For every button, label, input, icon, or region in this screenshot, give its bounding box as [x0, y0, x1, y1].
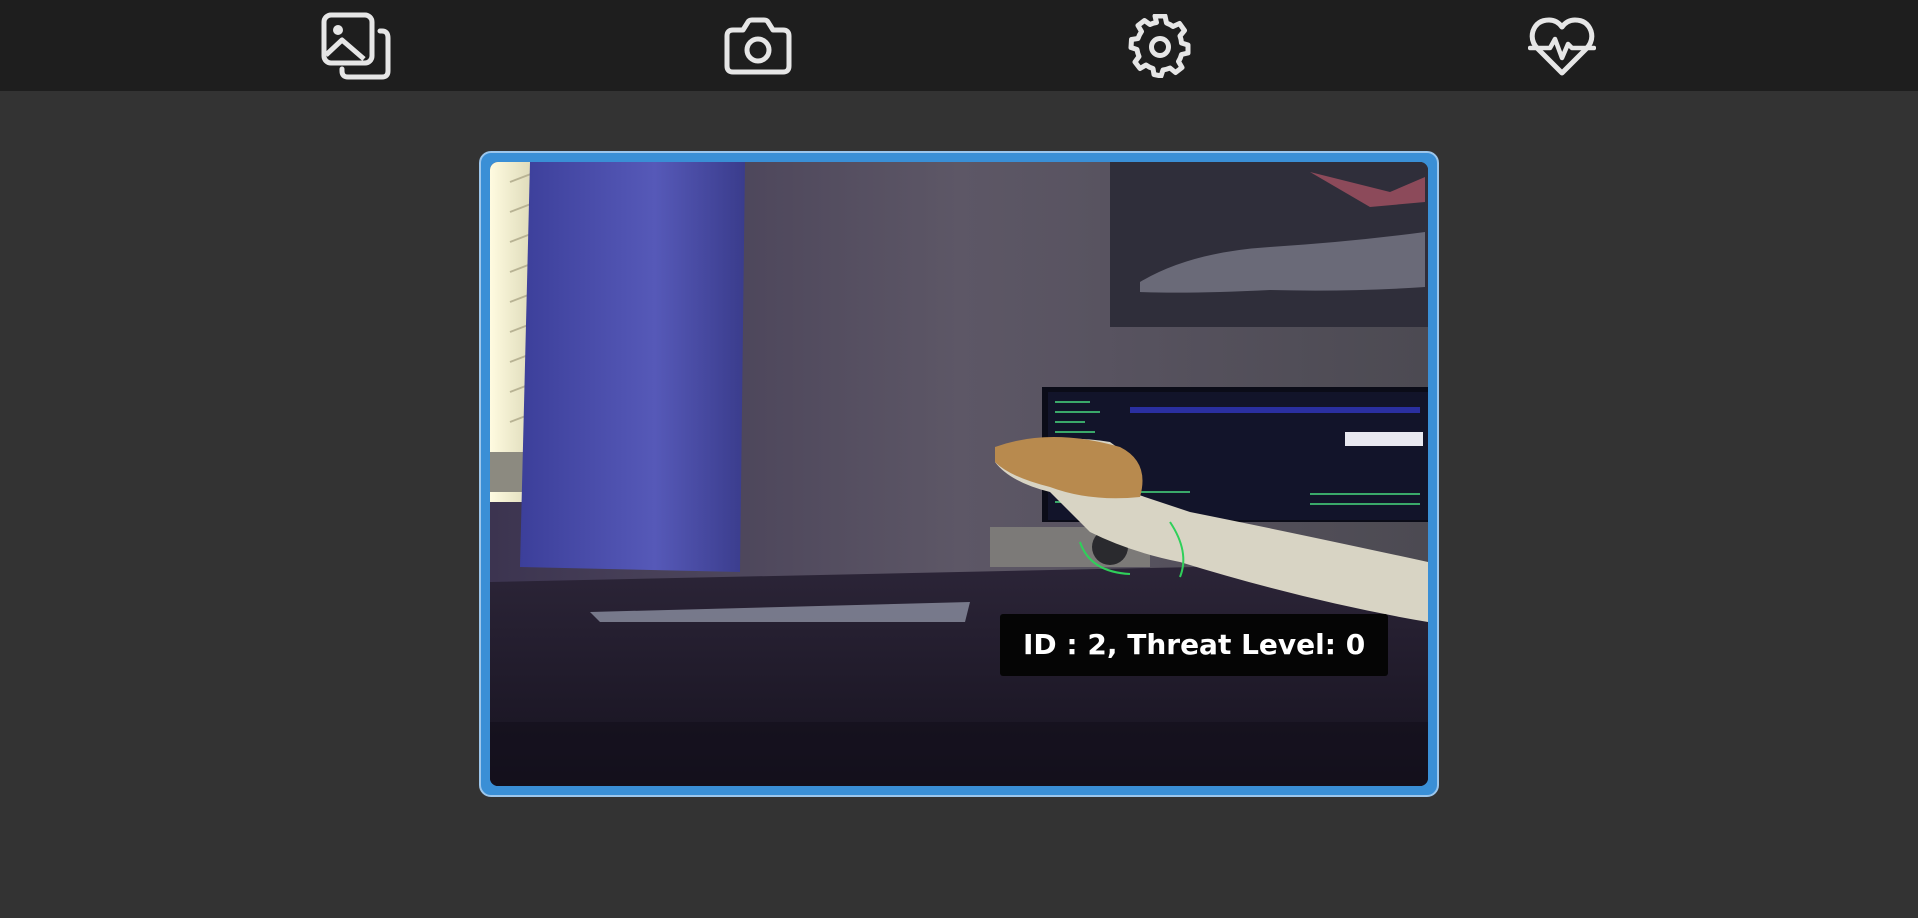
- camera-feed-image: [490, 162, 1428, 786]
- camera-feed-frame: ID : 2, Threat Level: 0: [479, 151, 1439, 797]
- gallery-icon: [321, 12, 391, 80]
- camera-feed: ID : 2, Threat Level: 0: [490, 162, 1428, 786]
- gallery-button[interactable]: [316, 8, 396, 84]
- settings-button[interactable]: [1120, 8, 1200, 84]
- camera-button[interactable]: [718, 8, 798, 84]
- camera-icon: [724, 17, 792, 75]
- threat-level-label: ID : 2, Threat Level: 0: [1000, 614, 1389, 676]
- health-monitor-button[interactable]: [1522, 8, 1602, 84]
- settings-gear-icon: [1128, 14, 1191, 78]
- top-navigation-bar: [0, 0, 1918, 91]
- heart-pulse-icon: [1528, 17, 1596, 76]
